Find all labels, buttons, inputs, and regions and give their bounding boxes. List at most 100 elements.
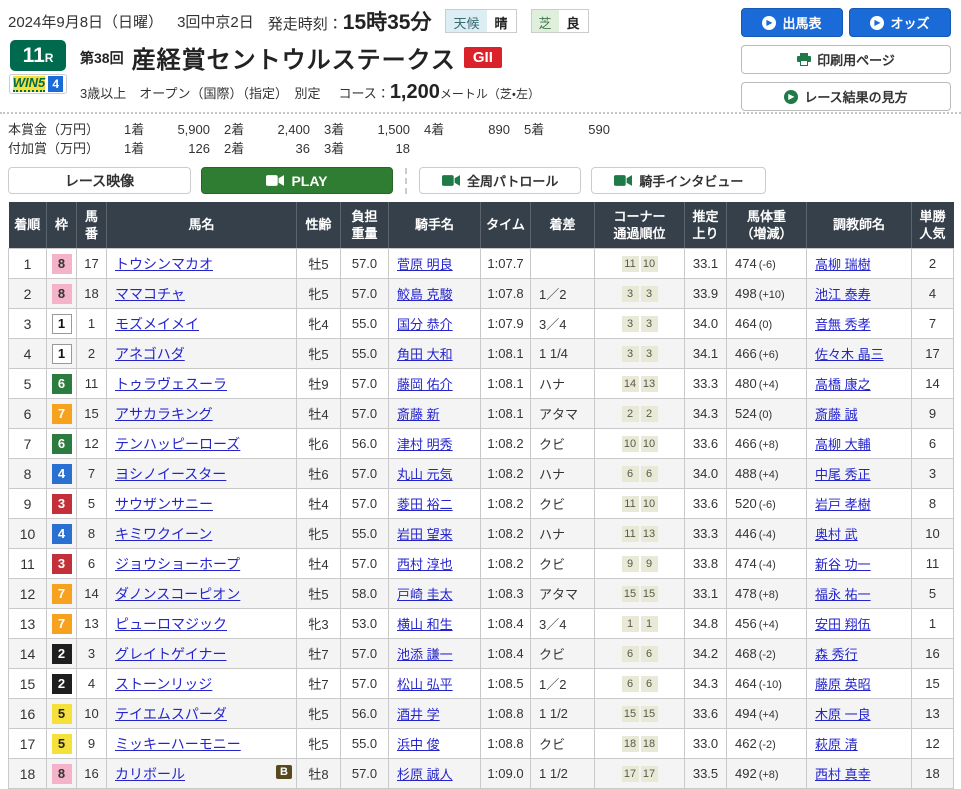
jockey-link[interactable]: 岩田 望来 xyxy=(397,527,453,542)
horse-link[interactable]: モズメイメイ xyxy=(115,316,199,332)
corner-order: 18 18 xyxy=(594,728,685,759)
corner-position: 1 xyxy=(621,616,639,632)
jockey-link[interactable]: 津村 明秀 xyxy=(397,437,453,452)
jockey-link[interactable]: 酒井 学 xyxy=(397,707,440,722)
trainer-link[interactable]: 中尾 秀正 xyxy=(815,467,871,482)
trainer-link[interactable]: 藤原 英昭 xyxy=(815,677,871,692)
win-favorite: 3 xyxy=(911,458,954,489)
jockey-link[interactable]: 松山 弘平 xyxy=(397,677,453,692)
horse-link[interactable]: ダノンスコーピオン xyxy=(115,586,240,602)
sex-age: 牡7 xyxy=(296,638,341,669)
jockey-link[interactable]: 池添 謙一 xyxy=(397,647,453,662)
body-weight: 480 (+4) xyxy=(726,368,807,399)
jockey-link[interactable]: 西村 淳也 xyxy=(397,557,453,572)
entries-button[interactable]: ▶ 出馬表 xyxy=(741,8,843,37)
horse-link[interactable]: ピューロマジック xyxy=(115,616,227,632)
horse-link[interactable]: ミッキーハーモニー xyxy=(115,736,241,752)
jockey-link[interactable]: 斎藤 新 xyxy=(397,407,440,422)
trainer-link[interactable]: 新谷 功一 xyxy=(815,557,871,572)
jockey-link[interactable]: 横山 和生 xyxy=(397,617,453,632)
corner-position: 10 xyxy=(640,496,658,512)
jockey-cell: 津村 明秀 xyxy=(388,428,481,459)
sex-age: 牝5 xyxy=(296,518,341,549)
jockey-link[interactable]: 鮫島 克駿 xyxy=(397,287,453,302)
corner-position: 11 xyxy=(621,496,639,512)
horse-link[interactable]: ジョウショーホープ xyxy=(115,556,240,572)
horse-link[interactable]: キミワクイーン xyxy=(115,526,212,542)
horse-link[interactable]: テイエムスパーダ xyxy=(115,706,227,722)
horse-name-cell: ミッキーハーモニー xyxy=(106,728,297,759)
jockey-link[interactable]: 杉原 誠人 xyxy=(397,767,453,782)
jockey-link[interactable]: 菅原 明良 xyxy=(397,257,453,272)
sex-age: 牡7 xyxy=(296,668,341,699)
bracket-badge: 4 xyxy=(51,523,72,544)
horse-link[interactable]: グレイトゲイナー xyxy=(115,646,226,662)
jockey-link[interactable]: 丸山 元気 xyxy=(397,467,453,482)
horse-link[interactable]: カリボール xyxy=(115,766,185,782)
trainer-link[interactable]: 高柳 大輔 xyxy=(815,437,871,452)
jockey-link[interactable]: 藤岡 佑介 xyxy=(397,377,453,392)
trainer-link[interactable]: 高柳 瑞樹 xyxy=(815,257,871,272)
finish-time: 1:08.8 xyxy=(480,698,531,729)
carried-weight: 57.0 xyxy=(340,278,389,309)
trainer-link[interactable]: 福永 祐一 xyxy=(815,587,871,602)
odds-button[interactable]: ▶ オッズ xyxy=(849,8,951,37)
trainer-link[interactable]: 音無 秀孝 xyxy=(815,317,871,332)
trainer-link[interactable]: 高橋 康之 xyxy=(815,377,871,392)
corner-position: 3 xyxy=(640,316,658,332)
carried-weight: 57.0 xyxy=(340,548,389,579)
horse-link[interactable]: サウザンサニー xyxy=(115,496,213,512)
horse-number: 2 xyxy=(76,338,107,369)
horse-link[interactable]: ママコチャ xyxy=(115,286,185,302)
trainer-cell: 池江 泰寿 xyxy=(806,278,912,309)
body-weight: 474 (-6) xyxy=(726,248,807,279)
table-row: 11 3 6 ジョウショーホープ 牡4 57.0 西村 淳也 1:08.2 クビ 9 9 33.8 47… xyxy=(8,548,954,579)
win-favorite: 16 xyxy=(911,638,954,669)
patrol-video-button[interactable]: 全周パトロール xyxy=(419,167,582,194)
horse-link[interactable]: トウシンマカオ xyxy=(115,256,213,272)
horse-link[interactable]: ヨシノイースター xyxy=(115,466,226,482)
corner-order: 11 10 xyxy=(594,488,685,519)
trainer-link[interactable]: 森 秀行 xyxy=(815,647,858,662)
horse-name-cell: ジョウショーホープ xyxy=(106,548,297,579)
horse-link[interactable]: アネゴハダ xyxy=(115,346,185,362)
jockey-link[interactable]: 戸崎 圭太 xyxy=(397,587,453,602)
win-favorite: 8 xyxy=(911,488,954,519)
margin: ハナ xyxy=(530,518,595,549)
trainer-link[interactable]: 斎藤 誠 xyxy=(815,407,858,422)
horse-link[interactable]: ストーンリッジ xyxy=(115,676,212,692)
trainer-link[interactable]: 奥村 武 xyxy=(815,527,858,542)
trainer-link[interactable]: 萩原 清 xyxy=(815,737,858,752)
jockey-link[interactable]: 浜中 俊 xyxy=(397,737,440,752)
jockey-link[interactable]: 角田 大和 xyxy=(397,347,453,362)
last-3f: 34.3 xyxy=(684,668,727,699)
horse-link[interactable]: テンハッピーローズ xyxy=(115,436,240,452)
corner-order: 17 17 xyxy=(594,758,685,789)
trainer-link[interactable]: 池江 泰寿 xyxy=(815,287,871,302)
trainer-cell: 佐々木 晶三 xyxy=(806,338,912,369)
jockey-interview-button[interactable]: 騎手インタビュー xyxy=(591,167,767,194)
body-weight-diff: (+4) xyxy=(758,709,779,721)
jockey-link[interactable]: 菱田 裕二 xyxy=(397,497,453,512)
table-row: 16 5 10 テイエムスパーダ 牝5 56.0 酒井 学 1:08.8 1 1/2 15 15 33… xyxy=(8,698,954,729)
horse-link[interactable]: アサカラキング xyxy=(115,406,213,422)
blinkers-badge: B xyxy=(276,764,292,779)
trainer-link[interactable]: 岩戸 孝樹 xyxy=(815,497,871,512)
results-guide-button[interactable]: ▶ レース結果の見方 xyxy=(741,82,951,111)
jockey-link[interactable]: 国分 恭介 xyxy=(397,317,453,332)
trainer-link[interactable]: 木原 一良 xyxy=(815,707,871,722)
horse-name-cell: ダノンスコーピオン xyxy=(106,578,297,609)
trainer-link[interactable]: 西村 真幸 xyxy=(815,767,871,782)
race-date: 2024年9月8日（日曜） xyxy=(8,13,164,31)
horse-link[interactable]: トゥラヴェスーラ xyxy=(115,376,227,392)
finish-position: 18 xyxy=(8,758,47,789)
carried-weight: 55.0 xyxy=(340,728,389,759)
win-favorite: 10 xyxy=(911,518,954,549)
table-row: 10 4 8 キミワクイーン 牝5 55.0 岩田 望来 1:08.2 ハナ 11 13 33.3 44… xyxy=(8,518,954,549)
print-button[interactable]: 印刷用ページ xyxy=(741,45,951,74)
play-button[interactable]: PLAY xyxy=(201,167,393,194)
table-row: 2 8 18 ママコチャ 牝5 57.0 鮫島 克駿 1:07.8 1／2 3 3 33.9 498 (+… xyxy=(8,278,954,309)
trainer-link[interactable]: 安田 翔伍 xyxy=(815,617,871,632)
last-3f: 33.5 xyxy=(684,758,727,789)
trainer-link[interactable]: 佐々木 晶三 xyxy=(815,347,884,362)
